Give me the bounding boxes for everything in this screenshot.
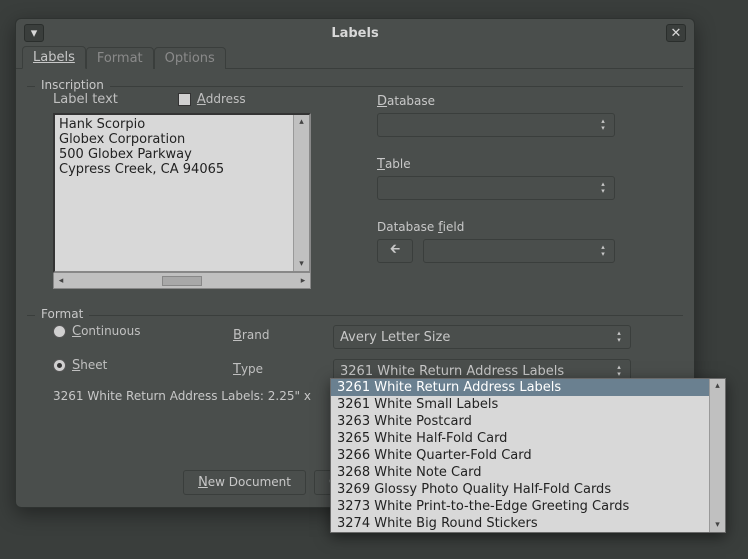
dropdown-vscrollbar[interactable]: ▴ ▾ [709, 379, 725, 532]
scroll-up-icon[interactable]: ▴ [294, 115, 309, 129]
database-label: Database [377, 94, 675, 109]
database-field-combo[interactable]: ▴▾ [423, 239, 615, 263]
chevron-down-icon: ▾ [31, 26, 38, 41]
table-label: Table [377, 157, 675, 172]
textarea-hscrollbar[interactable]: ◂ ▸ [53, 273, 311, 289]
window-menu-button[interactable]: ▾ [24, 24, 44, 42]
brand-label: Brand [233, 328, 333, 343]
scroll-down-icon[interactable]: ▾ [294, 257, 309, 271]
hscroll-thumb[interactable] [162, 276, 202, 286]
type-option[interactable]: 3261 White Small Labels [331, 396, 709, 413]
tab-options[interactable]: Options [154, 47, 226, 69]
brand-value: Avery Letter Size [340, 330, 450, 345]
radio-on [53, 359, 66, 372]
type-dropdown-list: 3261 White Return Address Labels 3261 Wh… [331, 379, 709, 532]
type-option[interactable]: 3269 Glossy Photo Quality Half-Fold Card… [331, 481, 709, 498]
close-button[interactable]: ✕ [666, 24, 686, 42]
database-field-label: Database field [377, 220, 675, 235]
tab-labels[interactable]: Labels [22, 46, 86, 69]
address-checkbox[interactable]: Address [178, 92, 246, 107]
scroll-up-icon[interactable]: ▴ [710, 379, 725, 393]
type-option[interactable]: 3273 White Print-to-the-Edge Greeting Ca… [331, 498, 709, 515]
inscription-group: Inscription Label text Address Hank Scor… [26, 77, 684, 300]
sheet-radio[interactable]: Sheet [53, 358, 233, 373]
radio-off [53, 325, 66, 338]
type-dropdown-popup: 3261 White Return Address Labels 3261 Wh… [330, 378, 726, 533]
window-title: Labels [331, 26, 378, 41]
type-option[interactable]: 3266 White Quarter-Fold Card [331, 447, 709, 464]
type-value: 3261 White Return Address Labels [340, 364, 564, 379]
close-icon: ✕ [671, 26, 682, 41]
database-combo[interactable]: ▴▾ [377, 113, 615, 137]
type-label: Type [233, 362, 333, 377]
type-option[interactable]: 3268 White Note Card [331, 464, 709, 481]
combo-spinner[interactable]: ▴▾ [596, 243, 610, 259]
format-title: Format [35, 307, 89, 321]
new-document-button[interactable]: New Document [183, 470, 306, 495]
label-text-area[interactable]: Hank Scorpio Globex Corporation 500 Glob… [53, 113, 311, 273]
brand-combo[interactable]: Avery Letter Size ▴▾ [333, 325, 631, 349]
scroll-down-icon[interactable]: ▾ [710, 518, 725, 532]
scroll-left-icon[interactable]: ◂ [54, 276, 68, 286]
combo-spinner[interactable]: ▴▾ [596, 117, 610, 133]
address-label: Address [197, 92, 246, 107]
type-option[interactable]: 3261 White Return Address Labels [331, 379, 709, 396]
titlebar: ▾ Labels ✕ [16, 19, 694, 47]
combo-spinner[interactable]: ▴▾ [596, 180, 610, 196]
checkbox-box [178, 93, 191, 106]
combo-spinner[interactable]: ▴▾ [612, 329, 626, 345]
tab-bar: Labels Format Options [16, 47, 694, 69]
continuous-radio[interactable]: Continuous [53, 324, 233, 339]
scroll-right-icon[interactable]: ▸ [296, 276, 310, 286]
textarea-vscrollbar[interactable]: ▴ ▾ [293, 115, 309, 271]
label-text-label: Label text [53, 92, 118, 107]
tab-format[interactable]: Format [86, 47, 154, 69]
insert-field-button[interactable]: 🡰 [377, 239, 413, 263]
table-combo[interactable]: ▴▾ [377, 176, 615, 200]
arrow-left-icon: 🡰 [390, 240, 401, 262]
inscription-title: Inscription [35, 78, 110, 92]
type-option[interactable]: 3265 White Half-Fold Card [331, 430, 709, 447]
type-option[interactable]: 3274 White Big Round Stickers [331, 515, 709, 532]
label-text-content[interactable]: Hank Scorpio Globex Corporation 500 Glob… [55, 115, 293, 271]
type-option[interactable]: 3263 White Postcard [331, 413, 709, 430]
combo-spinner[interactable]: ▴▾ [612, 363, 626, 379]
